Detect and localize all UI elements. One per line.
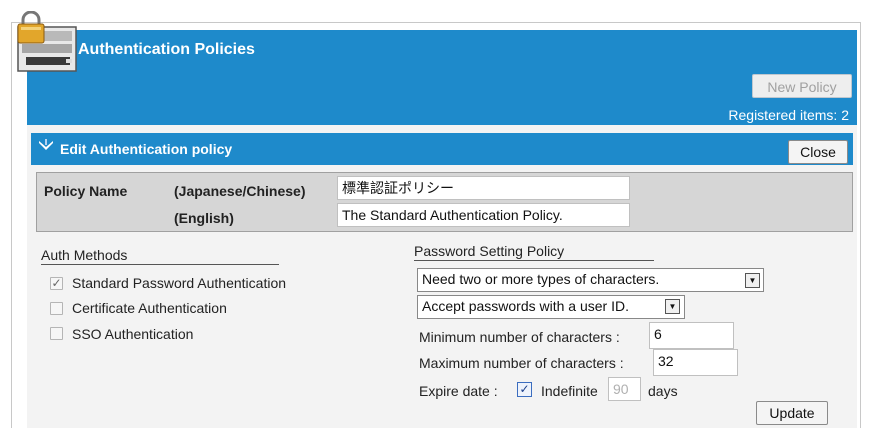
- page-title: Authentication Policies: [78, 41, 255, 58]
- expire-date-label: Expire date :: [419, 383, 498, 399]
- sso-auth-checkbox[interactable]: [50, 327, 63, 340]
- divider: [414, 260, 654, 261]
- japanese-label: (Japanese/Chinese): [174, 183, 306, 199]
- frame-top: [11, 22, 861, 23]
- divider: [41, 264, 279, 265]
- edit-icon: [37, 137, 55, 155]
- min-characters-label: Minimum number of characters :: [419, 329, 620, 345]
- chevron-down-icon[interactable]: ▼: [665, 299, 680, 314]
- indefinite-label: Indefinite: [541, 383, 598, 399]
- update-button[interactable]: Update: [756, 401, 828, 425]
- certificate-auth-checkbox[interactable]: [50, 302, 63, 315]
- indefinite-checkbox[interactable]: ✓: [517, 382, 532, 397]
- close-button[interactable]: Close: [788, 140, 848, 164]
- checkmark-icon: ✓: [519, 382, 530, 396]
- days-label: days: [648, 383, 678, 399]
- password-policy-title: Password Setting Policy: [414, 243, 565, 259]
- min-characters-input[interactable]: 6: [649, 322, 734, 349]
- chevron-down-icon[interactable]: ▼: [745, 273, 760, 288]
- sso-auth-label: SSO Authentication: [72, 326, 194, 342]
- frame-right: [860, 22, 861, 428]
- max-characters-input[interactable]: 32: [653, 349, 738, 376]
- english-label: (English): [174, 210, 234, 226]
- new-policy-button[interactable]: New Policy: [752, 74, 852, 98]
- character-types-select[interactable]: Need two or more types of characters.: [417, 268, 764, 292]
- auth-methods-title: Auth Methods: [41, 247, 128, 263]
- expire-days-input[interactable]: 90: [608, 377, 641, 401]
- standard-password-checkbox[interactable]: ✓: [50, 277, 63, 290]
- user-id-select[interactable]: Accept passwords with a user ID.: [417, 295, 685, 319]
- edit-policy-title: Edit Authentication policy: [60, 141, 233, 157]
- policy-name-english-input[interactable]: The Standard Authentication Policy.: [337, 203, 630, 227]
- frame-left: [11, 22, 12, 428]
- policy-name-label: Policy Name: [44, 183, 128, 199]
- certificate-auth-label: Certificate Authentication: [72, 300, 227, 316]
- checkmark-icon: ✓: [51, 276, 62, 290]
- policy-name-japanese-input[interactable]: 標準認証ポリシー: [337, 176, 630, 200]
- lock-icon: [12, 10, 78, 73]
- max-characters-label: Maximum number of characters :: [419, 355, 624, 371]
- registered-items-count: Registered items: 2: [728, 107, 849, 123]
- standard-password-label: Standard Password Authentication: [72, 275, 287, 291]
